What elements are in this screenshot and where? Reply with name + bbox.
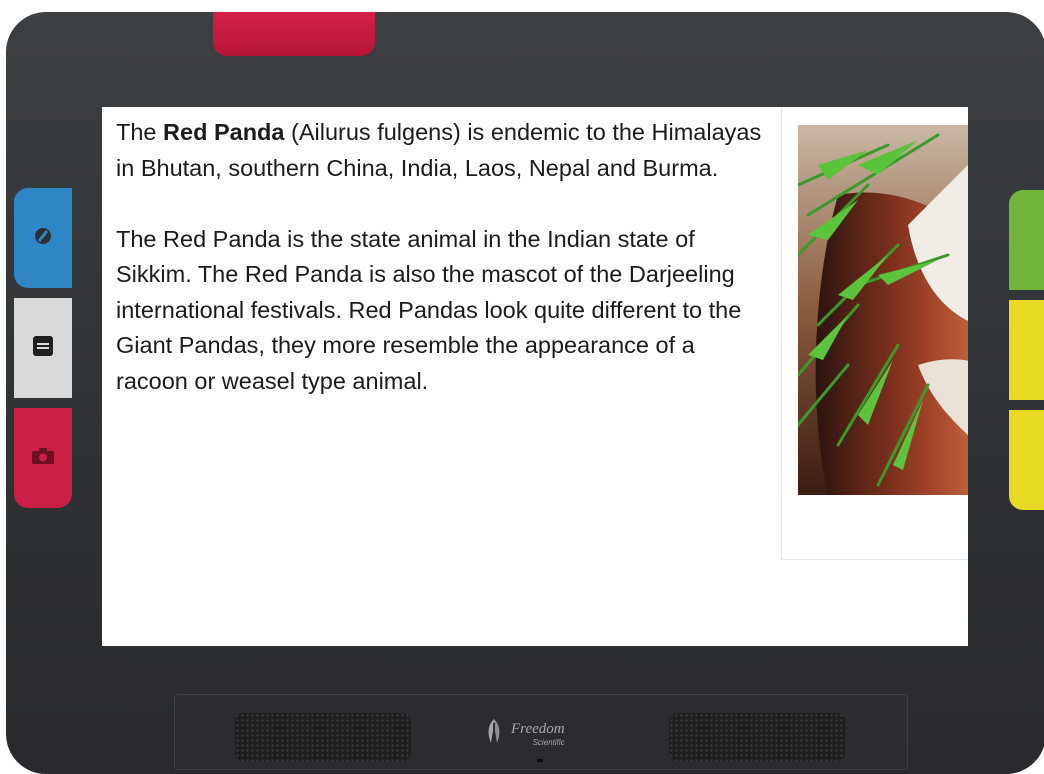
article-paragraph-1: The Red Panda (Ailurus fulgens) is endem… [116,119,762,181]
display-screen: The Red Panda (Ailurus fulgens) is endem… [102,107,968,646]
speaker-grille-left [235,713,411,761]
home-button[interactable] [1009,190,1044,290]
speaker-bar: Freedom Scientific [174,694,908,770]
article-image-frame [781,107,968,560]
article-bold-term: Red Panda [163,119,285,145]
camera-icon [31,447,55,470]
article-text: The Red Panda (Ailurus fulgens) is endem… [116,115,766,399]
power-button[interactable] [213,12,375,56]
speaker-grille-right [669,713,845,761]
brand-logo: Freedom Scientific [483,711,603,755]
menu-icon [32,335,54,362]
red-panda-photo [798,125,968,495]
contrast-icon [33,226,53,251]
indicator-light [537,759,543,762]
contrast-button[interactable] [14,188,72,288]
article-paragraph-2: The Red Panda is the state animal in the… [116,225,742,394]
brand-subtitle: Scientific [532,737,565,747]
menu-button[interactable] [14,298,72,398]
brand-name: Freedom [511,720,565,737]
zoom-out-button[interactable]: − [1009,410,1044,510]
zoom-in-button[interactable]: + [1009,300,1044,400]
camera-button[interactable] [14,408,72,508]
brand-flame-icon [483,717,505,750]
